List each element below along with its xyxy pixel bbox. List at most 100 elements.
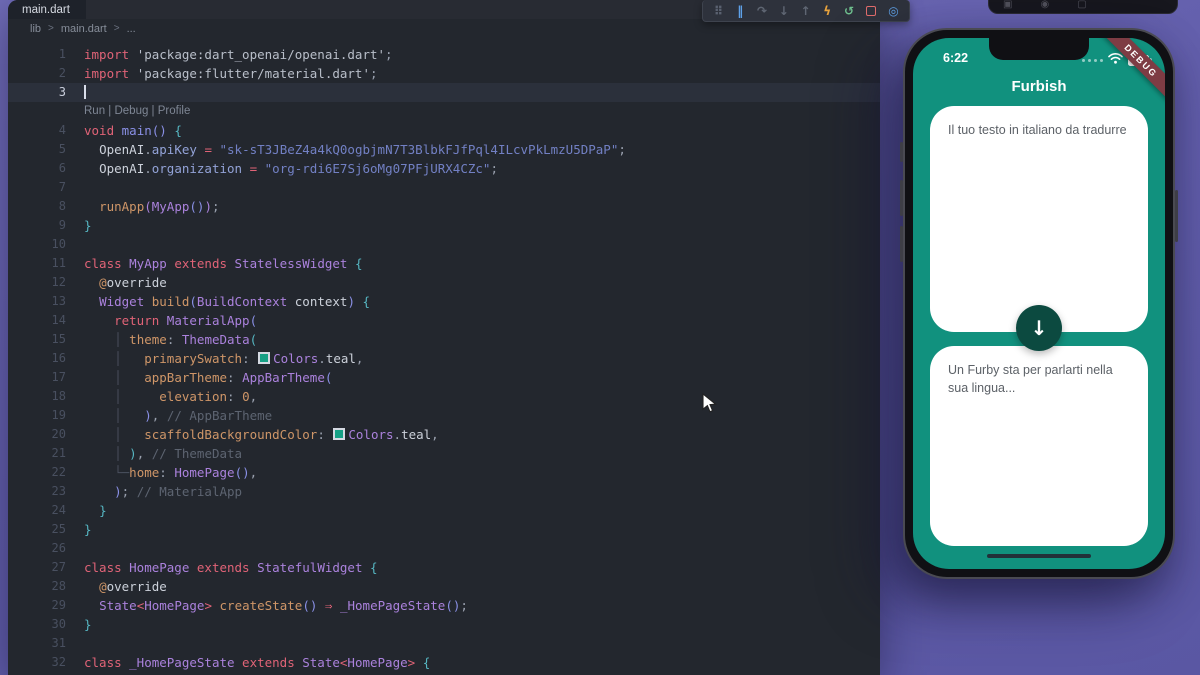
- code-text: void main() {: [84, 123, 182, 138]
- code-line[interactable]: 27 class HomePage extends StatefulWidget …: [8, 558, 880, 577]
- input-placeholder: Il tuo testo in italiano da tradurre: [948, 123, 1127, 137]
- translation-input-card[interactable]: Il tuo testo in italiano da tradurre: [930, 106, 1148, 332]
- code-line[interactable]: 31: [8, 634, 880, 653]
- translation-output-card[interactable]: Un Furby sta per parlarti nella sua ling…: [930, 346, 1148, 546]
- code-line[interactable]: 12 @override: [8, 273, 880, 292]
- simulator-device-icon[interactable]: ◉: [1040, 0, 1049, 10]
- code-line[interactable]: 24 }: [8, 501, 880, 520]
- restart-icon[interactable]: ↺: [842, 5, 857, 17]
- code-text: OpenAI.organization = "org-rdi6E7Sj6oMg0…: [99, 161, 498, 176]
- code-text: import 'package:flutter/material.dart';: [84, 66, 378, 81]
- code-line[interactable]: 17 │ appBarTheme: AppBarTheme(: [8, 368, 880, 387]
- hot-reload-icon[interactable]: ϟ: [820, 5, 835, 17]
- code-line[interactable]: 3: [8, 83, 880, 102]
- code-line[interactable]: 18 │ elevation: 0,: [8, 387, 880, 406]
- code-line[interactable]: 25}: [8, 520, 880, 539]
- codelens-row[interactable]: Run | Debug | Profile: [8, 102, 880, 121]
- code-text: Widget build(BuildContext context) {: [99, 294, 371, 309]
- code-line[interactable]: 19 │ ), // AppBarTheme: [8, 406, 880, 425]
- code-text: │ appBarTheme: AppBarTheme(: [114, 370, 333, 385]
- line-number: 15: [51, 332, 66, 346]
- down-arrow-icon: ↓: [1030, 316, 1048, 340]
- code-text: return MaterialApp(: [114, 313, 258, 328]
- code-line[interactable]: 7: [8, 178, 880, 197]
- code-line[interactable]: 10: [8, 235, 880, 254]
- code-line[interactable]: 9}: [8, 216, 880, 235]
- widget-inspector-icon[interactable]: ◎: [886, 5, 901, 17]
- stop-icon[interactable]: [866, 5, 877, 16]
- code-line[interactable]: 1 import 'package:dart_openai/openai.dart…: [8, 45, 880, 64]
- code-text: import 'package:dart_openai/openai.dart'…: [84, 47, 393, 62]
- step-into-icon[interactable]: ↓: [776, 5, 791, 17]
- line-number: 16: [51, 351, 66, 365]
- code-line[interactable]: 21 │ ), // ThemeData: [8, 444, 880, 463]
- code-text: State<HomePage> createState() ⇒ _HomePag…: [99, 598, 468, 613]
- code-text: @override: [99, 579, 167, 594]
- code-line[interactable]: 30}: [8, 615, 880, 634]
- code-text: }: [84, 522, 92, 537]
- volume-down-button: [900, 226, 903, 262]
- code-text: @override: [99, 275, 167, 290]
- line-number: 24: [51, 503, 66, 517]
- output-text: Un Furby sta per parlarti nella sua ling…: [948, 363, 1113, 395]
- breadcrumb-symbol[interactable]: ...: [127, 23, 136, 35]
- drag-handle-icon[interactable]: ⠿: [711, 5, 726, 17]
- editor-window: main.dart lib > main.dart > ... 1 import …: [8, 0, 880, 675]
- breadcrumb-folder[interactable]: lib: [30, 23, 41, 35]
- debug-toolbar: ⠿ ‖ ↷ ↓ ↑ ϟ ↺ ◎: [702, 0, 910, 22]
- code-line[interactable]: 2 import 'package:flutter/material.dart';: [8, 64, 880, 83]
- line-number: 1: [58, 47, 66, 61]
- line-number: 18: [51, 389, 66, 403]
- code-line[interactable]: 11 class MyApp extends StatelessWidget {: [8, 254, 880, 273]
- simulator-screenshot-icon[interactable]: ▣: [1003, 0, 1012, 10]
- breadcrumb-file[interactable]: main.dart: [61, 23, 107, 35]
- code-text: │ elevation: 0,: [114, 389, 258, 404]
- line-number: 9: [58, 218, 66, 232]
- code-line[interactable]: 8 runApp(MyApp());: [8, 197, 880, 216]
- code-text: class MyApp extends StatelessWidget {: [84, 256, 363, 271]
- code-text: │ primarySwatch: Colors.teal,: [114, 351, 364, 366]
- code-line[interactable]: 15 │ theme: ThemeData(: [8, 330, 880, 349]
- app-bar-title: Furbish: [1011, 78, 1067, 95]
- code-area[interactable]: 1 import 'package:dart_openai/openai.dart…: [8, 45, 880, 672]
- code-text: OpenAI.apiKey = "sk-sT3JBeZ4a4kQ0ogbjmN7…: [99, 142, 626, 157]
- code-line[interactable]: 14 return MaterialApp(: [8, 311, 880, 330]
- code-line[interactable]: 5 OpenAI.apiKey = "sk-sT3JBeZ4a4kQ0ogbjm…: [8, 140, 880, 159]
- step-over-icon[interactable]: ↷: [755, 5, 770, 17]
- wifi-icon: [1108, 53, 1123, 64]
- line-number: 27: [51, 560, 66, 574]
- code-line[interactable]: 32 class _HomePageState extends State<Hom…: [8, 653, 880, 672]
- volume-up-button: [900, 180, 903, 216]
- code-line[interactable]: 20 │ scaffoldBackgroundColor: Colors.tea…: [8, 425, 880, 444]
- pause-icon[interactable]: ‖: [733, 5, 748, 17]
- power-button: [1175, 190, 1178, 242]
- code-line[interactable]: 28 @override: [8, 577, 880, 596]
- color-swatch-teal: [258, 352, 271, 364]
- line-number: 19: [51, 408, 66, 422]
- translate-button[interactable]: ↓: [1016, 305, 1062, 351]
- line-number: 14: [51, 313, 66, 327]
- home-indicator[interactable]: [987, 553, 1091, 558]
- line-number: 2: [58, 66, 66, 80]
- notch: [989, 38, 1089, 60]
- line-number: 4: [58, 123, 66, 137]
- code-line[interactable]: 22 └─home: HomePage(),: [8, 463, 880, 482]
- code-line[interactable]: 4 void main() {: [8, 121, 880, 140]
- codelens-actions[interactable]: Run | Debug | Profile: [66, 102, 190, 121]
- tab-label: main.dart: [22, 3, 70, 16]
- code-line[interactable]: 6 OpenAI.organization = "org-rdi6E7Sj6oM…: [8, 159, 880, 178]
- line-number: 6: [58, 161, 66, 175]
- tab-main-dart[interactable]: main.dart: [8, 0, 86, 19]
- code-line[interactable]: 23 ); // MaterialApp: [8, 482, 880, 501]
- line-number: 5: [58, 142, 66, 156]
- code-line[interactable]: 26: [8, 539, 880, 558]
- code-line[interactable]: 29 State<HomePage> createState() ⇒ _Home…: [8, 596, 880, 615]
- code-line[interactable]: 16 │ primarySwatch: Colors.teal,: [8, 349, 880, 368]
- line-number: 10: [51, 237, 66, 251]
- simulator-window-icon[interactable]: ▢: [1077, 0, 1086, 10]
- step-out-icon[interactable]: ↑: [798, 5, 813, 17]
- code-line[interactable]: 13 Widget build(BuildContext context) {: [8, 292, 880, 311]
- line-number: 22: [51, 465, 66, 479]
